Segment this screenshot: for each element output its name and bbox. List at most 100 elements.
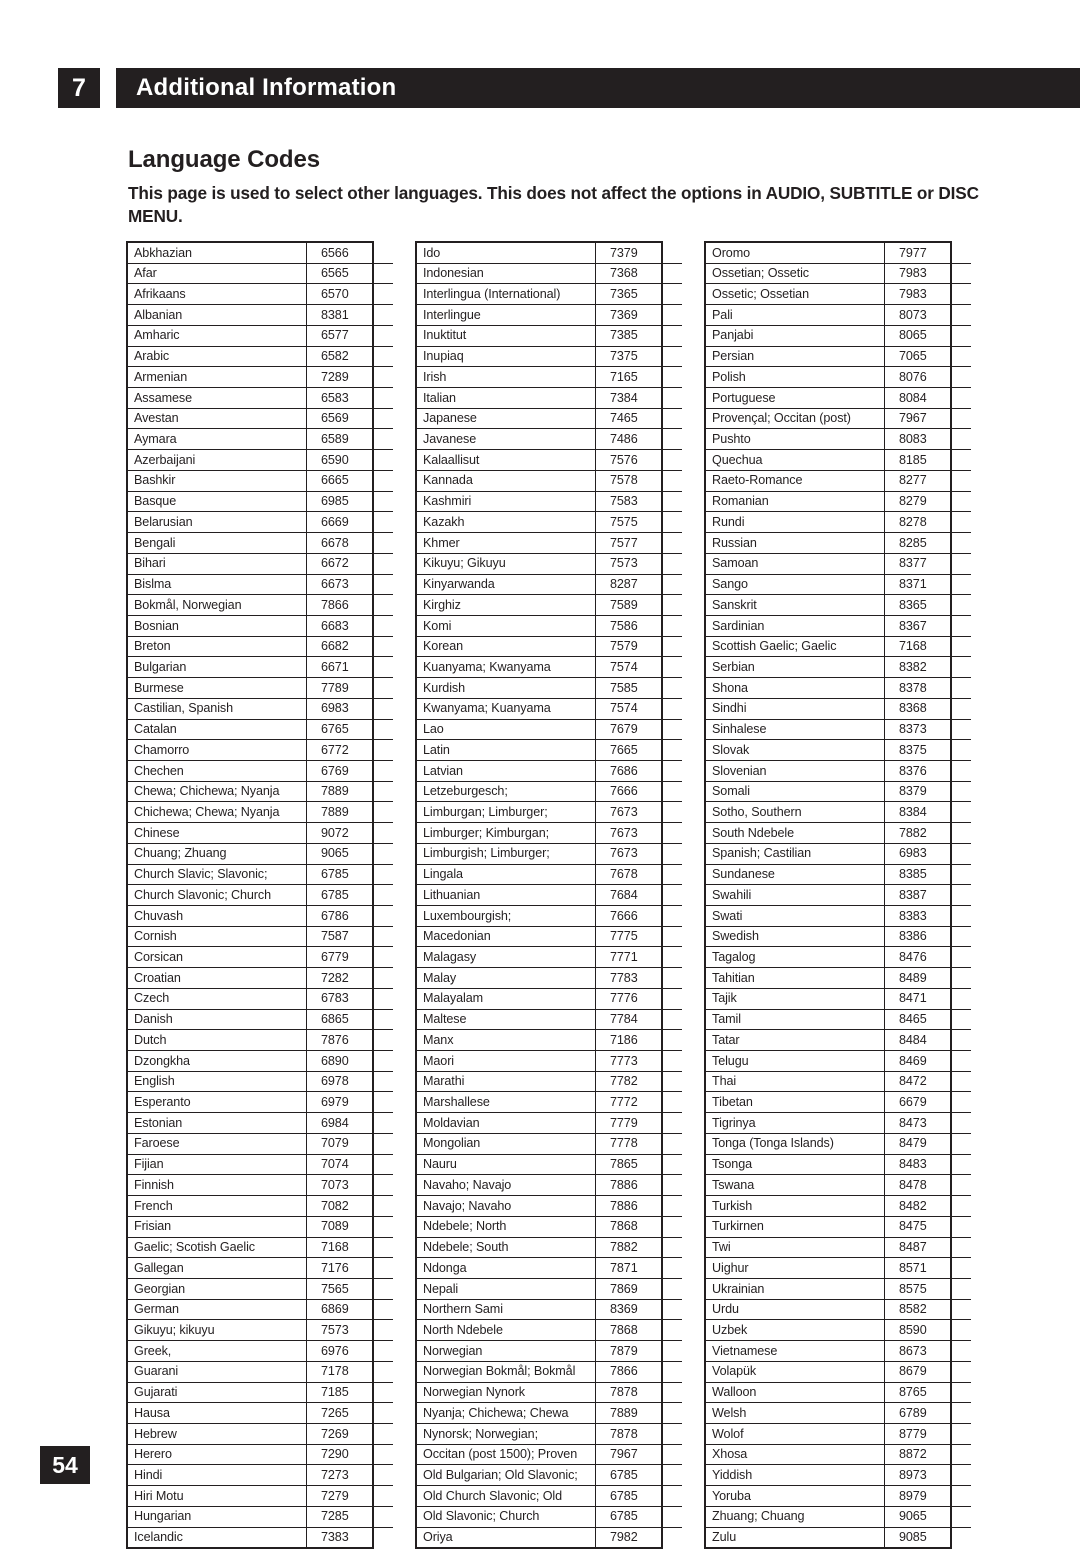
language-name-cell: Amharic [128, 324, 307, 347]
language-name-cell: Navaho; Navajo [417, 1174, 596, 1197]
language-name-cell: Gikuyu; kikuyu [128, 1319, 307, 1342]
language-code-cell: 8379 [884, 780, 971, 803]
table-row: Abkhazian 6566 [128, 243, 393, 264]
language-code-cell: 6569 [306, 407, 393, 430]
language-code-cell: 8575 [884, 1277, 971, 1300]
table-row: Sango 8371 [706, 573, 971, 596]
table-row: Turkish 8482 [706, 1195, 971, 1217]
language-code-cell: 7666 [595, 905, 682, 927]
table-row: Javanese 7486 [417, 428, 682, 451]
language-name-cell: Breton [128, 635, 307, 658]
language-name-cell: Gaelic; Scotish Gaelic [128, 1236, 307, 1259]
language-code-cell: 8487 [884, 1236, 971, 1259]
language-name-cell: Limburgan; Limburger; [417, 801, 596, 824]
language-name-cell: Ndonga [417, 1257, 596, 1279]
language-name-cell: Tamil [706, 1008, 885, 1031]
table-row: Kurdish 7585 [417, 677, 682, 699]
table-row: Inupiaq 7375 [417, 345, 682, 368]
table-body-2: Ido 7379 Indonesian 7368 Interlingua (Intern… [417, 243, 682, 1548]
table-row: Volapük 8679 [706, 1360, 971, 1383]
language-name-cell: Herero [128, 1443, 307, 1466]
language-code-cell: 7771 [595, 946, 682, 969]
language-name-cell: Bengali [128, 532, 307, 554]
table-row: Albanian 8381 [128, 304, 393, 326]
table-row: Malagasy 7771 [417, 946, 682, 969]
language-code-cell: 8385 [884, 863, 971, 886]
language-name-cell: Maori [417, 1050, 596, 1072]
language-name-cell: Welsh [706, 1402, 885, 1424]
table-row: Hausa 7265 [128, 1402, 393, 1424]
table-row: Provençal; Occitan (post) 7967 [706, 407, 971, 430]
language-code-cell: 7573 [595, 552, 682, 575]
table-row: Faroese 7079 [128, 1132, 393, 1155]
language-name-cell: Nyanja; Chichewa; Chewa [417, 1402, 596, 1424]
language-code-cell: 8478 [884, 1174, 971, 1197]
language-code-cell: 6589 [306, 428, 393, 451]
language-name-cell: Somali [706, 780, 885, 803]
language-code-cell: 7869 [595, 1277, 682, 1300]
language-name-cell: Pali [706, 304, 885, 326]
language-name-cell: Avestan [128, 407, 307, 430]
language-name-cell: Bokmål, Norwegian [128, 594, 307, 616]
language-code-cell: 8375 [884, 739, 971, 761]
language-name-cell: Gallegan [128, 1257, 307, 1279]
language-name-cell: Marathi [417, 1070, 596, 1093]
language-name-cell: Gujarati [128, 1381, 307, 1404]
language-name-cell: Catalan [128, 718, 307, 741]
language-name-cell: Sinhalese [706, 718, 885, 741]
language-name-cell: Quechua [706, 449, 885, 471]
language-name-cell: Tswana [706, 1174, 885, 1197]
language-code-cell: 6976 [306, 1340, 393, 1362]
table-row: Nauru 7865 [417, 1153, 682, 1176]
language-name-cell: Javanese [417, 428, 596, 451]
language-name-cell: Yoruba [706, 1485, 885, 1507]
table-row: Welsh 6789 [706, 1402, 971, 1424]
language-name-cell: Moldavian [417, 1112, 596, 1134]
table-row: Scottish Gaelic; Gaelic 7168 [706, 635, 971, 658]
table-row: Bihari 6672 [128, 552, 393, 575]
table-row: Swahili 8387 [706, 884, 971, 906]
language-name-cell: South Ndebele [706, 822, 885, 844]
language-code-cell: 7178 [306, 1360, 393, 1383]
language-name-cell: Tajik [706, 987, 885, 1010]
language-name-cell: Esperanto [128, 1091, 307, 1114]
language-code-cell: 6772 [306, 739, 393, 761]
language-name-cell: Uzbek [706, 1319, 885, 1342]
language-code-cell: 8979 [884, 1485, 971, 1507]
language-name-cell: Dutch [128, 1029, 307, 1052]
language-code-cell: 7982 [595, 1526, 682, 1548]
language-name-cell: Chinese [128, 822, 307, 844]
language-name-cell: Basque [128, 490, 307, 513]
table-row: Malayalam 7776 [417, 987, 682, 1010]
language-name-cell: Cornish [128, 925, 307, 948]
table-row: Esperanto 6979 [128, 1091, 393, 1114]
table-row: Uzbek 8590 [706, 1319, 971, 1342]
language-name-cell: Tahitian [706, 967, 885, 989]
language-name-cell: Malayalam [417, 987, 596, 1010]
language-name-cell: Hiri Motu [128, 1485, 307, 1507]
language-code-cell: 8065 [884, 324, 971, 347]
language-code-cell: 7285 [306, 1505, 393, 1528]
language-code-cell: 6671 [306, 656, 393, 679]
language-code-cell: 8571 [884, 1257, 971, 1279]
table-row: Guarani 7178 [128, 1360, 393, 1383]
language-name-cell: Tsonga [706, 1153, 885, 1176]
language-name-cell: Kannada [417, 469, 596, 492]
table-row: Azerbaijani 6590 [128, 449, 393, 471]
language-name-cell: Bislma [128, 573, 307, 596]
table-row: Old Slavonic; Church 6785 [417, 1505, 682, 1528]
language-name-cell: Armenian [128, 366, 307, 389]
language-code-cell: 8381 [306, 304, 393, 326]
table-row: Bulgarian 6671 [128, 656, 393, 679]
language-code-cell: 7585 [595, 677, 682, 699]
language-code-cell: 7165 [595, 366, 682, 389]
table-row: Ndebele; North 7868 [417, 1215, 682, 1238]
table-row: Chamorro 6772 [128, 739, 393, 761]
language-code-cell: 7365 [595, 283, 682, 306]
table-row: Armenian 7289 [128, 366, 393, 389]
language-name-cell: Azerbaijani [128, 449, 307, 471]
page-title: Language Codes [128, 146, 320, 173]
language-name-cell: Nynorsk; Norwegian; [417, 1422, 596, 1445]
language-name-cell: Malagasy [417, 946, 596, 969]
language-name-cell: Lithuanian [417, 884, 596, 906]
